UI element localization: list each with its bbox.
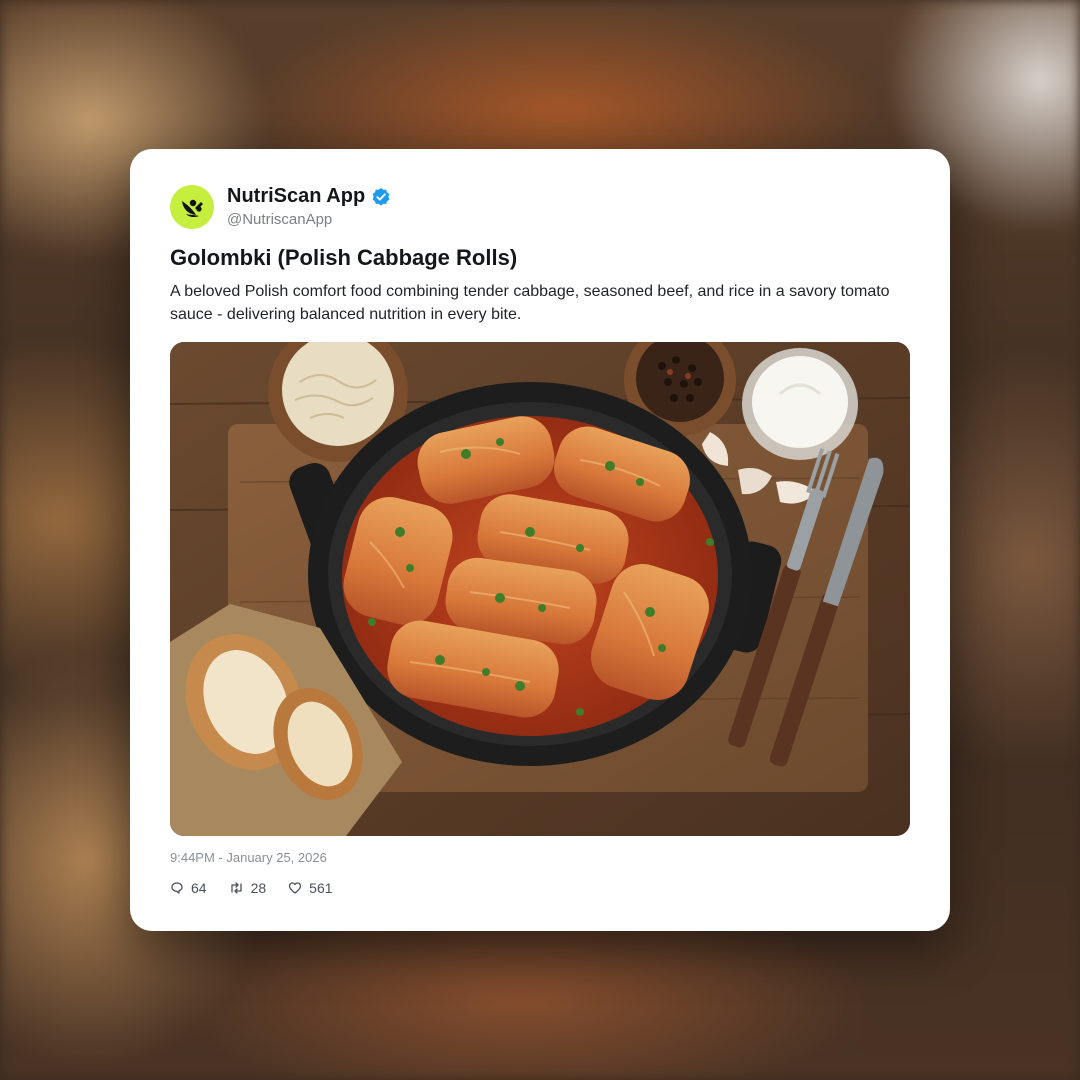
engagement-bar: 64 28 561 [170,880,355,896]
verified-badge-icon [372,187,390,206]
post-timestamp[interactable]: 9:44PM - January 25, 2026 [170,850,327,865]
heart-icon [289,882,302,894]
repost-arrows-icon [230,882,242,894]
leaf-scan-logo-icon [182,199,203,218]
reply-count: 64 [191,880,207,896]
post-card: NutriScan App @NutriscanApp Golombki (Po… [130,149,950,931]
reply-button[interactable]: 64 [170,880,207,896]
like-button[interactable]: 561 [288,880,333,896]
post-description: A beloved Polish comfort food combining … [170,283,890,323]
author-handle[interactable]: @NutriscanApp [227,211,332,228]
repost-button[interactable]: 28 [229,880,267,896]
avatar[interactable] [170,185,214,229]
post-title: Golombki (Polish Cabbage Rolls) [170,245,518,270]
author-display-name[interactable]: NutriScan App [227,185,365,208]
comment-bubble-icon [171,882,183,894]
post-image[interactable] [170,342,910,836]
repost-count: 28 [250,880,267,896]
author-name-row: NutriScan App [227,185,391,208]
like-count: 561 [309,880,333,896]
cabbage-rolls-photo [170,342,910,836]
